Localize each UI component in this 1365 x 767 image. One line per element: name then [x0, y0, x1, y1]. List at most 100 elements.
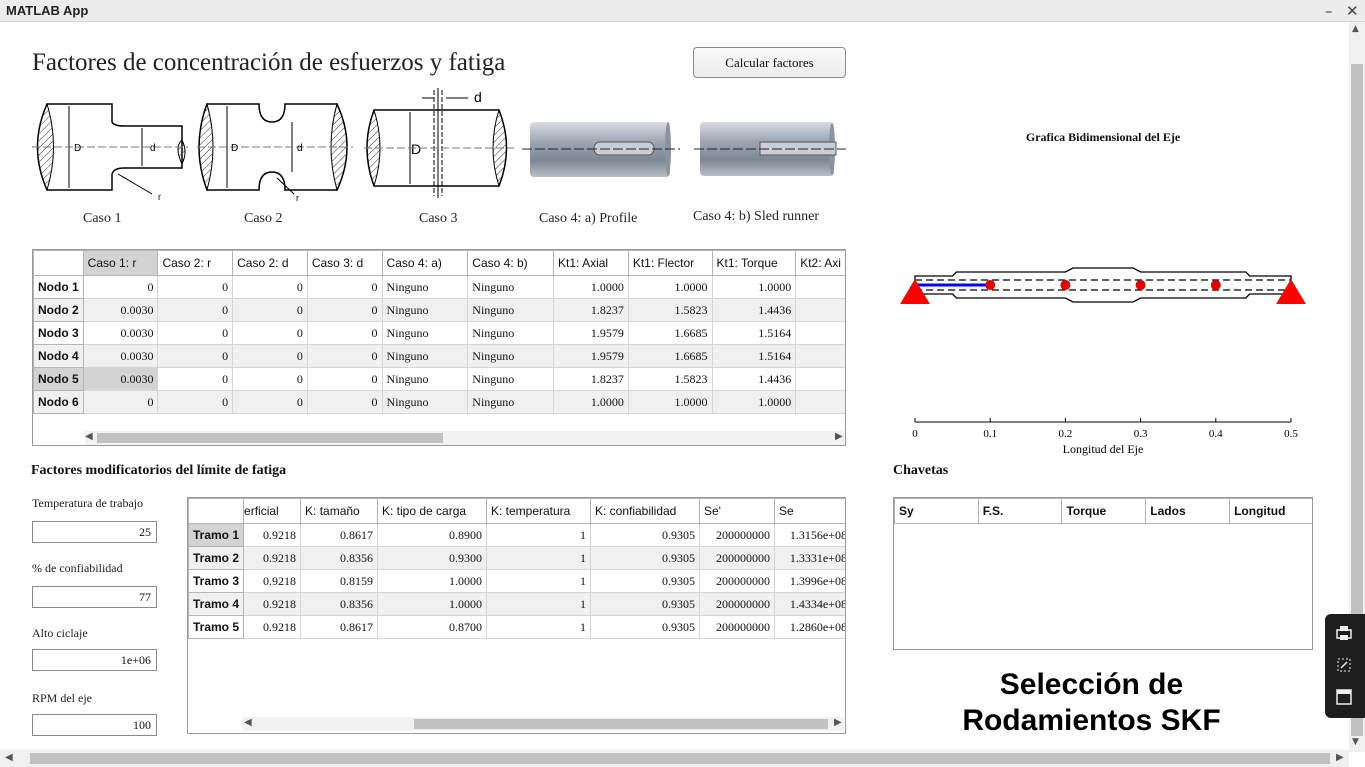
- row-header[interactable]: Nodo 3: [33, 321, 84, 345]
- col-header[interactable]: Sy: [894, 498, 979, 524]
- table-cell[interactable]: [795, 367, 845, 391]
- table-cell[interactable]: 0.9218: [243, 615, 302, 639]
- table-cell[interactable]: 1.3331e+08: [773, 546, 845, 570]
- temperatura-input[interactable]: 25: [32, 521, 157, 543]
- table-cell[interactable]: 0: [232, 367, 308, 391]
- table-row[interactable]: Tramo 4 0.9218 0.8356 1.0000 1 0.9305 20000000…: [188, 592, 845, 616]
- table-cell[interactable]: Ninguno: [467, 344, 555, 368]
- col-header[interactable]: Kt1: Torque: [711, 250, 797, 276]
- table-row[interactable]: Nodo 4 0.0030 0 0 0 Ninguno Ninguno 1.9579 1.668…: [33, 344, 845, 368]
- row-header[interactable]: Tramo 3: [188, 569, 245, 593]
- table-cell[interactable]: 1: [485, 523, 591, 547]
- table-cell[interactable]: Ninguno: [381, 367, 469, 391]
- table-cell[interactable]: 0.9305: [589, 592, 700, 616]
- row-header[interactable]: Tramo 1: [188, 523, 245, 547]
- col-header[interactable]: Lados: [1145, 498, 1231, 524]
- table-cell[interactable]: Ninguno: [381, 298, 469, 322]
- table-cell[interactable]: 0.9218: [243, 569, 302, 593]
- table-cell[interactable]: 1.0000: [711, 275, 797, 299]
- row-header[interactable]: Nodo 5: [33, 367, 84, 391]
- scroll-left-icon[interactable]: ◀: [5, 752, 13, 763]
- table-cell[interactable]: 0.8900: [377, 523, 487, 547]
- table-row[interactable]: Nodo 2 0.0030 0 0 0 Ninguno Ninguno 1.8237 1.582…: [33, 298, 845, 322]
- table-cell[interactable]: 1.5164: [711, 344, 797, 368]
- table-cell[interactable]: Ninguno: [381, 344, 469, 368]
- table-cell[interactable]: 200000000: [698, 569, 775, 593]
- minimize-button[interactable]: –: [1325, 2, 1333, 20]
- row-header[interactable]: Nodo 1: [33, 275, 84, 299]
- table-cell[interactable]: 200000000: [698, 546, 775, 570]
- chavetas-table[interactable]: Sy F.S. Torque Lados Longitud: [893, 497, 1313, 650]
- table-cell[interactable]: 200000000: [698, 615, 775, 639]
- table-cell[interactable]: 0: [232, 344, 308, 368]
- alto-ciclaje-input[interactable]: 1e+06: [32, 649, 157, 671]
- scroll-right-icon[interactable]: ▶: [835, 431, 843, 442]
- table-cell[interactable]: 1.5164: [711, 321, 797, 345]
- row-header[interactable]: Nodo 2: [33, 298, 84, 322]
- table-cell[interactable]: 1.0000: [377, 569, 487, 593]
- scroll-thumb[interactable]: [30, 753, 1330, 764]
- col-header[interactable]: Caso 3: d: [306, 250, 383, 276]
- table-cell[interactable]: 0.9300: [377, 546, 487, 570]
- table-cell[interactable]: 1.0000: [711, 390, 797, 414]
- table-cell[interactable]: 0: [157, 344, 234, 368]
- table-cell[interactable]: 0: [82, 275, 159, 299]
- table-cell[interactable]: 0.8700: [377, 615, 487, 639]
- table-cell[interactable]: 1.4334e+08: [773, 592, 845, 616]
- table-cell[interactable]: 0.9305: [589, 615, 700, 639]
- print-icon[interactable]: [1335, 624, 1353, 642]
- table-row[interactable]: Tramo 2 0.9218 0.8356 0.9300 1 0.9305 20000000…: [188, 546, 845, 570]
- table-cell[interactable]: 0: [157, 321, 234, 345]
- table-cell[interactable]: 1.3996e+08: [773, 569, 845, 593]
- table-cell[interactable]: 0: [157, 390, 234, 414]
- scroll-down-icon[interactable]: ▼: [1352, 737, 1359, 747]
- table-cell[interactable]: 0.9218: [243, 592, 302, 616]
- table-cell[interactable]: 0.0030: [82, 344, 159, 368]
- table-row[interactable]: Nodo 1 0 0 0 0 Ninguno Ninguno 1.0000 1.0000 1.00…: [33, 275, 845, 299]
- table-cell[interactable]: 0: [157, 275, 234, 299]
- table-cell[interactable]: 0.0030: [82, 321, 159, 345]
- table-row[interactable]: Nodo 5 0.0030 0 0 0 Ninguno Ninguno 1.8237 1.582…: [33, 367, 845, 391]
- table-cell[interactable]: [795, 390, 845, 414]
- table-cell[interactable]: 0: [232, 321, 308, 345]
- tramos-table-hscrollbar[interactable]: ◀ ▶: [242, 717, 844, 731]
- table-row[interactable]: Nodo 6 0 0 0 0 Ninguno Ninguno 1.0000 1.0000 1.00…: [33, 390, 845, 414]
- nodos-table[interactable]: Caso 1: r Caso 2: r Caso 2: d Caso 3: d …: [32, 249, 846, 446]
- table-cell[interactable]: 1.5823: [627, 367, 713, 391]
- table-cell[interactable]: 0.8356: [300, 546, 378, 570]
- table-row[interactable]: Nodo 3 0.0030 0 0 0 Ninguno Ninguno 1.9579 1.668…: [33, 321, 845, 345]
- table-cell[interactable]: 200000000: [698, 592, 775, 616]
- table-cell[interactable]: 1.5823: [627, 298, 713, 322]
- table-cell[interactable]: Ninguno: [467, 390, 555, 414]
- table-cell[interactable]: 1.3156e+08: [773, 523, 845, 547]
- table-cell[interactable]: 0: [157, 298, 234, 322]
- table-cell[interactable]: 1: [485, 592, 591, 616]
- col-header[interactable]: Torque: [1061, 498, 1147, 524]
- close-button[interactable]: ✕: [1346, 2, 1359, 20]
- scroll-right-icon[interactable]: ▶: [1336, 752, 1344, 763]
- table-cell[interactable]: 1.0000: [377, 592, 487, 616]
- page-hscrollbar[interactable]: ◀ ▶: [0, 750, 1349, 767]
- table-cell[interactable]: Ninguno: [381, 321, 469, 345]
- col-header[interactable]: erficial: [243, 498, 302, 524]
- table-cell[interactable]: [795, 275, 845, 299]
- table-cell[interactable]: [795, 321, 845, 345]
- table-cell[interactable]: [795, 344, 845, 368]
- table-cell[interactable]: 1.4436: [711, 367, 797, 391]
- table-cell[interactable]: 0: [306, 321, 383, 345]
- table-cell[interactable]: 0.9305: [589, 546, 700, 570]
- table-cell[interactable]: 0: [306, 367, 383, 391]
- scroll-up-icon[interactable]: ▲: [1352, 24, 1359, 34]
- table-cell[interactable]: Ninguno: [381, 390, 469, 414]
- row-header[interactable]: Tramo 4: [188, 592, 245, 616]
- col-header[interactable]: Kt1: Flector: [627, 250, 713, 276]
- scroll-thumb[interactable]: [97, 433, 443, 443]
- table-cell[interactable]: 1: [485, 615, 591, 639]
- row-header[interactable]: Tramo 5: [188, 615, 245, 639]
- table-cell[interactable]: 0.9218: [243, 546, 302, 570]
- table-cell[interactable]: 0.9305: [589, 523, 700, 547]
- table-cell[interactable]: 0.9218: [243, 523, 302, 547]
- row-header[interactable]: Nodo 4: [33, 344, 84, 368]
- row-header[interactable]: Nodo 6: [33, 390, 84, 414]
- table-cell[interactable]: 0.8617: [300, 615, 378, 639]
